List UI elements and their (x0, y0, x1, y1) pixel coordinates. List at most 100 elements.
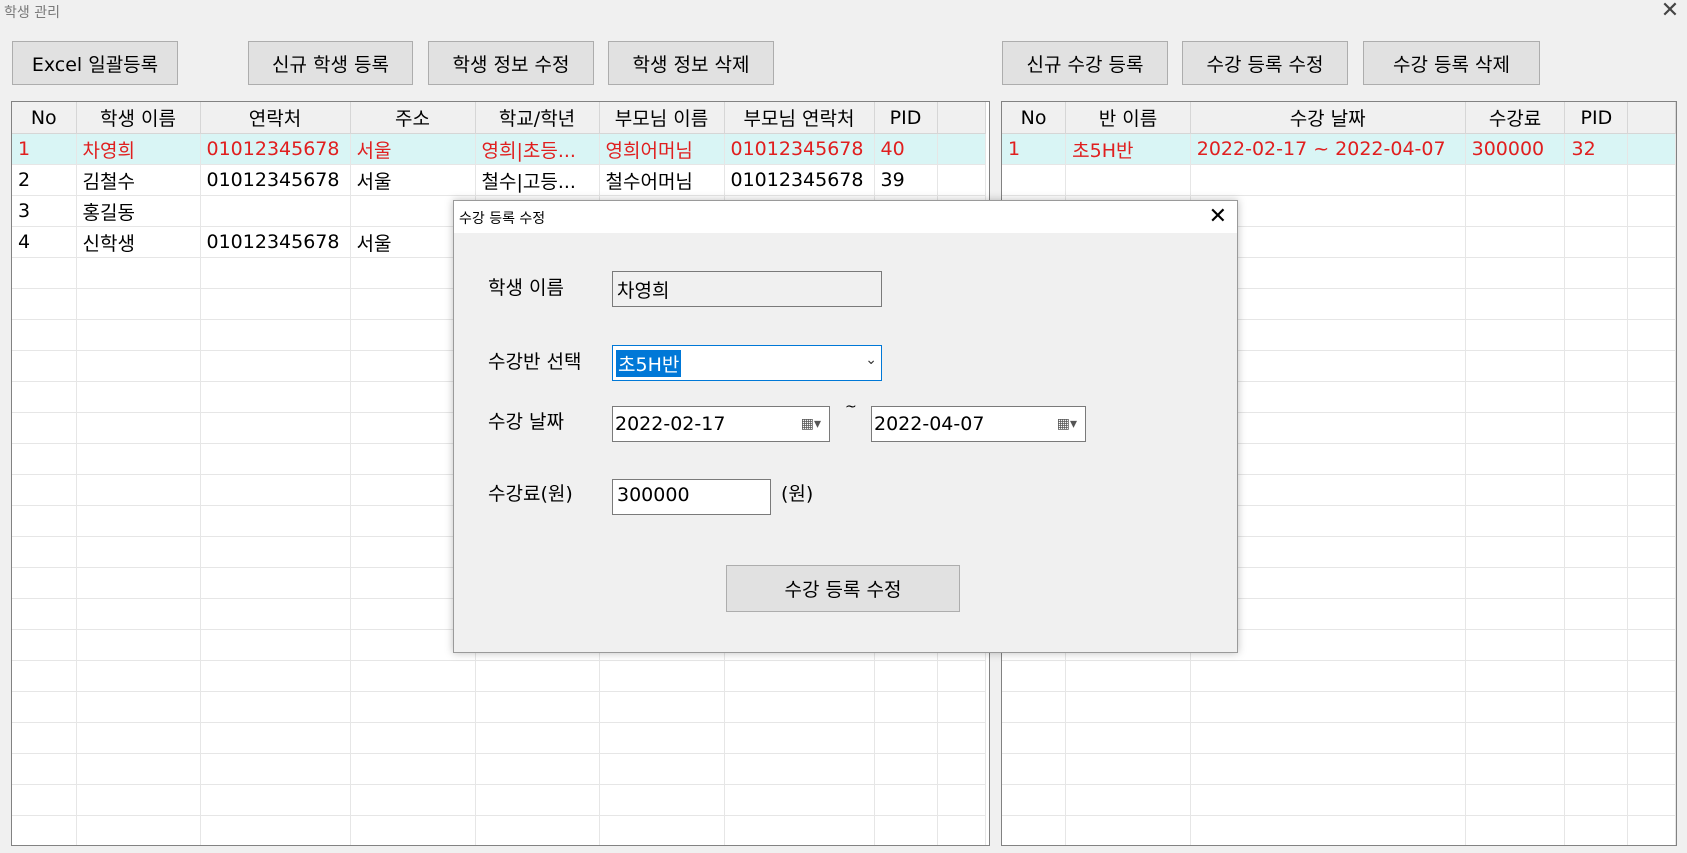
start-date-value: 2022-02-17 (615, 413, 726, 435)
table-cell (1465, 164, 1566, 196)
table-cell (1564, 660, 1629, 692)
end-date-picker[interactable]: 2022-04-07 ▦▾ (871, 406, 1086, 442)
calendar-icon[interactable]: ▦▾ (801, 416, 821, 432)
student-name-field[interactable]: 차영희 (612, 271, 882, 307)
column-header-filler (937, 102, 986, 134)
delete-student-button[interactable]: 학생 정보 삭제 (608, 41, 774, 85)
table-cell (1002, 164, 1067, 196)
table-cell (1065, 753, 1191, 785)
table-row[interactable]: 1 초5H반 2022-02-17 ~ 2022-04-07 300000 32 (1002, 133, 1676, 165)
column-header[interactable]: 연락처 (200, 102, 351, 134)
table-cell (1190, 164, 1466, 196)
column-header[interactable]: 부모님 연락처 (724, 102, 875, 134)
table-cell (1065, 784, 1191, 816)
window-close-icon[interactable]: ✕ (1659, 0, 1681, 22)
table-cell (1065, 815, 1191, 845)
table-cell (350, 753, 476, 785)
table-cell (200, 722, 351, 754)
empty-row[interactable] (1002, 164, 1676, 196)
edit-course-dialog: 수강 등록 수정 ✕ 학생 이름 차영희 수강반 선택 초5H반 ⌄ 수강 날짜… (453, 200, 1238, 653)
empty-row[interactable] (1002, 722, 1676, 754)
table-cell (1190, 660, 1466, 692)
table-cell: 영희|초등... (475, 133, 600, 165)
table-cell (200, 629, 351, 661)
table-cell (1002, 691, 1067, 723)
empty-row[interactable] (1002, 815, 1676, 845)
column-header[interactable]: 학교/학년 (475, 102, 600, 134)
table-cell: 영희어머님 (599, 133, 725, 165)
table-cell (1190, 753, 1466, 785)
column-header[interactable]: 수강 날짜 (1190, 102, 1466, 134)
table-cell (937, 753, 986, 785)
table-cell (937, 784, 986, 816)
delete-course-button[interactable]: 수강 등록 삭제 (1363, 41, 1540, 85)
table-cell (12, 784, 77, 816)
table-row[interactable]: 2 김철수 01012345678 서울 철수|고등... 철수어머님 0101234567… (12, 164, 986, 196)
empty-row[interactable] (12, 753, 986, 785)
new-course-button[interactable]: 신규 수강 등록 (1002, 41, 1168, 85)
table-cell (1564, 443, 1629, 475)
empty-row[interactable] (1002, 784, 1676, 816)
excel-import-button[interactable]: Excel 일괄등록 (12, 41, 178, 85)
table-cell (937, 691, 986, 723)
dialog-title-bar: 수강 등록 수정 ✕ (454, 201, 1237, 233)
table-cell (475, 815, 600, 845)
table-cell (350, 784, 476, 816)
table-cell (1564, 195, 1629, 227)
table-cell (12, 536, 77, 568)
table-cell (1465, 784, 1566, 816)
chevron-down-icon[interactable]: ⌄ (865, 352, 877, 368)
column-header[interactable]: PID (1564, 102, 1629, 134)
table-cell (874, 660, 938, 692)
empty-row[interactable] (12, 815, 986, 845)
table-cell (1564, 815, 1629, 845)
edit-student-button[interactable]: 학생 정보 수정 (428, 41, 594, 85)
dialog-close-icon[interactable]: ✕ (1209, 204, 1227, 229)
table-cell (599, 691, 725, 723)
empty-row[interactable] (12, 784, 986, 816)
empty-row[interactable] (1002, 660, 1676, 692)
table-cell: 철수어머님 (599, 164, 725, 196)
empty-row[interactable] (12, 691, 986, 723)
table-cell (200, 288, 351, 320)
table-cell (1627, 195, 1676, 227)
class-select[interactable]: 초5H반 ⌄ (612, 345, 882, 381)
table-cell (1465, 691, 1566, 723)
table-cell (1065, 722, 1191, 754)
table-cell: 초5H반 (1065, 133, 1191, 165)
table-cell (200, 753, 351, 785)
column-header[interactable]: No (12, 102, 77, 134)
empty-row[interactable] (1002, 691, 1676, 723)
empty-row[interactable] (12, 660, 986, 692)
empty-row[interactable] (1002, 753, 1676, 785)
fee-input[interactable]: 300000 (612, 479, 771, 515)
new-student-button[interactable]: 신규 학생 등록 (248, 41, 413, 85)
column-header[interactable]: 반 이름 (1065, 102, 1191, 134)
column-header[interactable]: 수강료 (1465, 102, 1566, 134)
table-row[interactable]: 1 차영희 01012345678 서울 영희|초등... 영희어머님 0101234567… (12, 133, 986, 165)
column-header[interactable]: No (1002, 102, 1067, 134)
student-name-label: 학생 이름 (488, 277, 564, 299)
column-header[interactable]: 학생 이름 (76, 102, 201, 134)
edit-course-button[interactable]: 수강 등록 수정 (1182, 41, 1348, 85)
empty-row[interactable] (12, 722, 986, 754)
table-cell (12, 567, 77, 599)
table-cell (1564, 629, 1629, 661)
dialog-title: 수강 등록 수정 (459, 211, 546, 227)
table-cell (1190, 784, 1466, 816)
table-cell (1564, 474, 1629, 506)
start-date-picker[interactable]: 2022-02-17 ▦▾ (612, 406, 830, 442)
column-header[interactable]: 주소 (350, 102, 476, 134)
column-header[interactable]: PID (874, 102, 938, 134)
table-cell (76, 381, 201, 413)
table-cell: 01012345678 (200, 226, 351, 258)
table-cell (1627, 691, 1676, 723)
table-cell (12, 257, 77, 289)
table-cell (1465, 753, 1566, 785)
table-cell (76, 443, 201, 475)
table-cell (12, 753, 77, 785)
submit-edit-course-button[interactable]: 수강 등록 수정 (726, 565, 960, 612)
calendar-icon[interactable]: ▦▾ (1057, 416, 1077, 432)
column-header[interactable]: 부모님 이름 (599, 102, 725, 134)
table-cell (1564, 226, 1629, 258)
